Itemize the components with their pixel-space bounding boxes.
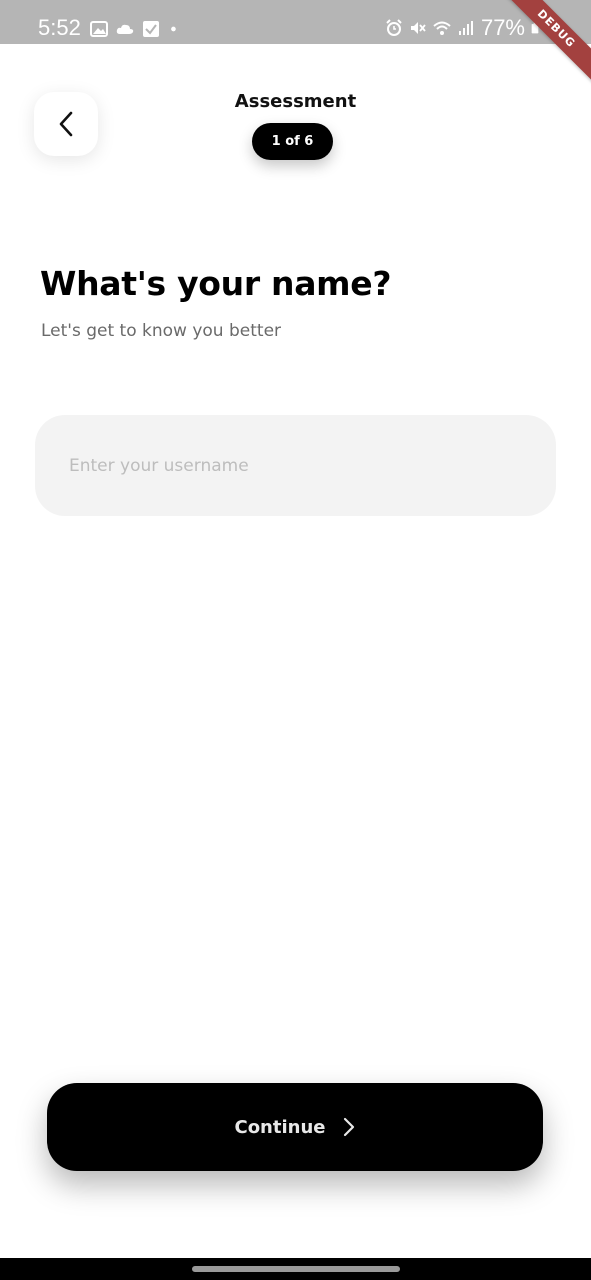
username-input[interactable]: [35, 415, 556, 516]
question-title: What's your name?: [40, 264, 392, 303]
cloud-icon: [116, 24, 134, 34]
battery-percent: 77%: [480, 15, 525, 40]
image-icon: [90, 21, 108, 37]
signal-icon: [458, 21, 473, 35]
step-indicator: 1 of 6: [252, 123, 333, 160]
chevron-right-icon: [343, 1117, 354, 1137]
page-title: Assessment: [234, 91, 357, 112]
status-bar: 5:52 77%: [0, 0, 591, 44]
dot-icon: [171, 26, 176, 32]
status-right: 77%: [385, 15, 543, 41]
status-left-icons: [90, 18, 182, 40]
home-indicator[interactable]: [192, 1266, 400, 1272]
continue-label: Continue: [234, 1116, 326, 1138]
question-subtitle: Let's get to know you better: [41, 321, 282, 341]
status-time: 5:52: [38, 15, 81, 40]
chevron-left-icon: [59, 111, 73, 137]
wifi-icon: [433, 21, 451, 35]
alarm-icon: [386, 19, 402, 36]
mute-icon: [410, 22, 426, 34]
navigation-bar: [0, 1258, 591, 1280]
checkbox-icon: [143, 21, 159, 37]
continue-button[interactable]: Continue: [47, 1083, 543, 1171]
